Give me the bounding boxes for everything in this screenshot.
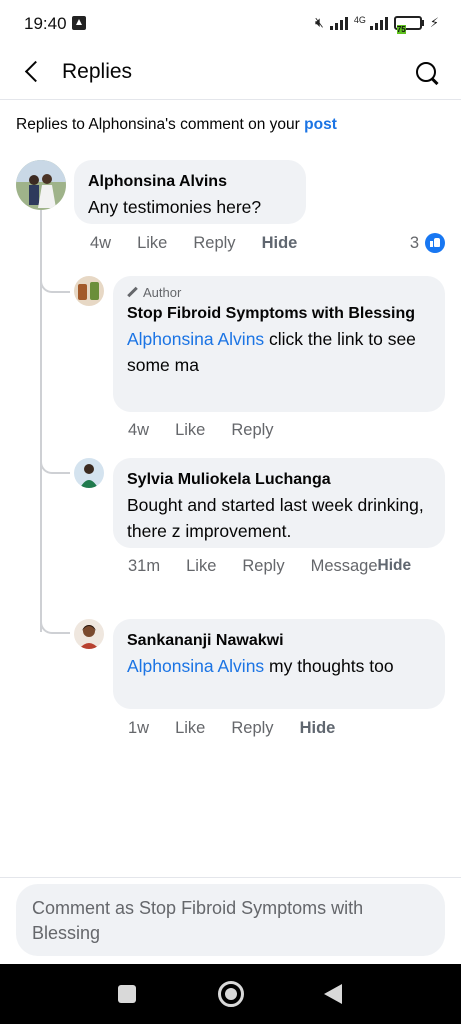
comment-actions: 1w Like Reply Hide: [128, 719, 361, 738]
comment-time: 4w: [128, 421, 150, 439]
notification-icon: [72, 16, 86, 30]
thread-branch: [40, 279, 70, 293]
comment-author[interactable]: Sankananji Nawakwi: [127, 628, 431, 653]
recent-apps-icon[interactable]: [118, 985, 136, 1003]
battery-icon: 75: [393, 15, 424, 34]
mute-icon: 🔇︎: [315, 14, 324, 30]
post-link[interactable]: post: [304, 116, 337, 133]
divider: [0, 877, 461, 878]
comment-text: Alphonsina Alvins click the link to see …: [127, 326, 431, 378]
author-badge-label: Author: [143, 285, 182, 300]
thread-line: [40, 210, 42, 632]
comment-actions: 31m Like Reply Message Hide: [128, 557, 448, 576]
back-icon[interactable]: [324, 984, 342, 1004]
message-button[interactable]: Message: [311, 557, 378, 576]
comment-text: Alphonsina Alvins my thoughts too: [127, 653, 431, 679]
comment-actions: 4w Like Reply Hide: [90, 234, 323, 253]
thread-branch: [40, 460, 70, 474]
page-title: Replies: [62, 60, 133, 83]
comment-text-body: my thoughts too: [264, 656, 394, 676]
comment-time: 4w: [90, 234, 112, 252]
reaction-count: 3: [409, 233, 419, 252]
comment-author[interactable]: Stop Fibroid Symptoms with Blessing: [127, 301, 431, 326]
avatar[interactable]: [74, 276, 104, 306]
signal-icon: [329, 16, 348, 30]
reply-button[interactable]: Reply: [242, 557, 284, 576]
status-bar: 19:40 🔇︎ 4G 75 ⚡︎: [0, 0, 461, 48]
context-text: Replies to Alphonsina's comment on your: [16, 116, 305, 133]
thread-branch: [40, 620, 70, 634]
reply-button[interactable]: Reply: [231, 719, 273, 738]
battery-level: 75: [396, 24, 406, 34]
charging-icon: ⚡︎: [429, 14, 439, 30]
comment-time: 1w: [128, 719, 150, 737]
status-indicators: 🔇︎ 4G 75 ⚡︎: [315, 14, 439, 34]
signal-icon-2: [369, 16, 388, 30]
search-icon[interactable]: [413, 59, 441, 87]
comment-author[interactable]: Sylvia Muliokela Luchanga: [127, 467, 431, 492]
mention-link[interactable]: Alphonsina Alvins: [127, 329, 264, 349]
comment-bubble: Alphonsina Alvins Any testimonies here?: [74, 160, 306, 224]
reply-button[interactable]: Reply: [231, 421, 273, 440]
hide-button[interactable]: Hide: [300, 719, 336, 738]
mention-link[interactable]: Alphonsina Alvins: [127, 656, 264, 676]
like-button[interactable]: Like: [175, 421, 205, 440]
like-button[interactable]: Like: [137, 234, 167, 253]
comment-actions: 4w Like Reply: [128, 421, 300, 440]
avatar[interactable]: [16, 160, 66, 210]
comment-text: Bought and started last week drinking, t…: [127, 495, 424, 541]
network-type-label: 4G: [353, 14, 366, 25]
home-icon[interactable]: [218, 981, 244, 1007]
status-time: 19:40: [24, 14, 67, 33]
avatar[interactable]: [74, 619, 104, 649]
app-header: Replies: [0, 48, 461, 100]
comment-author[interactable]: Alphonsina Alvins: [88, 169, 292, 194]
comment-input[interactable]: Comment as Stop Fibroid Symptoms with Bl…: [16, 884, 445, 956]
comment-text: Any testimonies here?: [88, 197, 262, 217]
hide-button[interactable]: Hide: [378, 557, 412, 576]
like-button[interactable]: Like: [175, 719, 205, 738]
comment-bubble: Sankananji Nawakwi Alphonsina Alvins my …: [113, 619, 445, 709]
like-button[interactable]: Like: [186, 557, 216, 576]
like-reaction-icon: [425, 233, 445, 253]
comment-bubble: Sylvia Muliokela Luchanga Bought and sta…: [113, 458, 445, 548]
comment-bubble: Author Stop Fibroid Symptoms with Blessi…: [113, 276, 445, 412]
back-arrow-icon[interactable]: [18, 58, 48, 88]
system-nav-bar: [0, 964, 461, 1024]
avatar[interactable]: [74, 458, 104, 488]
hide-button[interactable]: Hide: [262, 234, 298, 253]
pencil-icon: [127, 287, 138, 298]
reply-button[interactable]: Reply: [193, 234, 235, 253]
author-badge: Author: [127, 284, 431, 301]
replies-context: Replies to Alphonsina's comment on your …: [16, 116, 337, 134]
reaction-summary[interactable]: 3: [410, 233, 445, 253]
comment-time: 31m: [128, 557, 161, 575]
